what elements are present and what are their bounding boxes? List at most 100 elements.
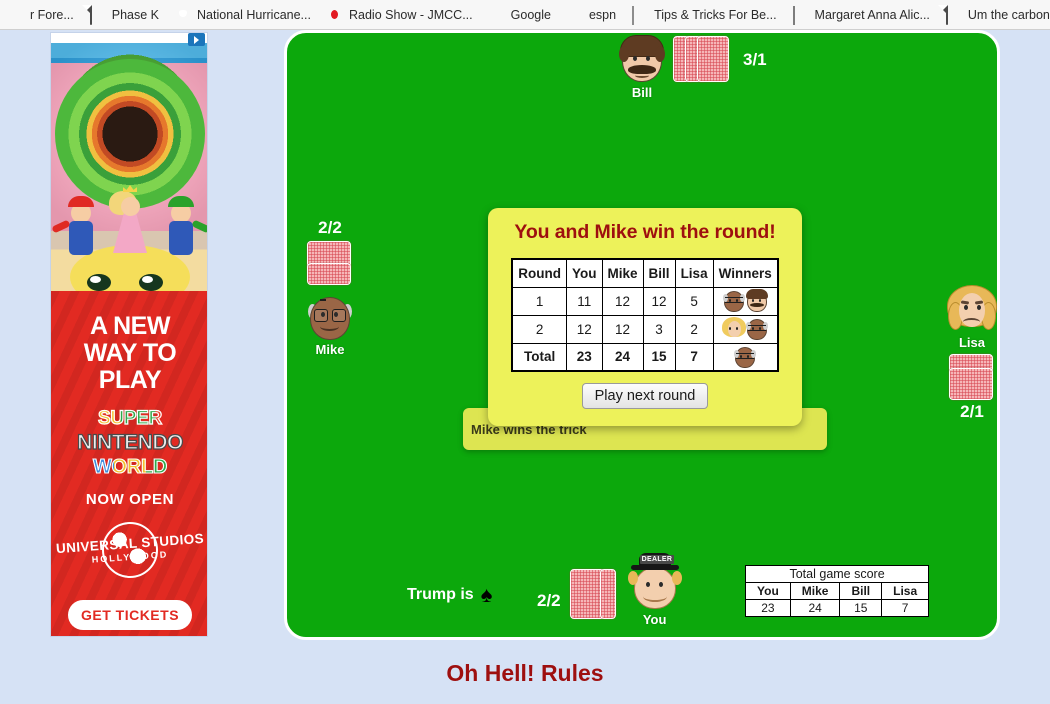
total-bill: 15 — [642, 342, 676, 372]
total-label: Total — [511, 342, 568, 372]
table-row: 1 11 12 12 5 — [511, 286, 779, 316]
document-icon — [945, 5, 962, 25]
ad-headline-1: A NEW — [90, 312, 170, 340]
ad-headline-3: PLAY — [98, 366, 162, 394]
blank-icon — [8, 7, 24, 23]
trump-indicator: Trump is ♠ — [407, 582, 493, 607]
bookmark-item-7[interactable]: Margaret Anna Alic... — [785, 3, 938, 27]
score-header-winners: Winners — [712, 258, 779, 288]
score-header-you: You — [566, 258, 603, 288]
noaa-shield-icon — [175, 7, 191, 23]
bookmark-label: Um the carbon tax i... — [967, 7, 1050, 22]
you-cards[interactable] — [569, 569, 618, 621]
espn-icon — [567, 7, 583, 23]
score-table-header-row: Round You Mike Bill Lisa Winners — [511, 258, 779, 288]
lisa-bid-tricks: 2/1 — [960, 402, 984, 421]
advertisement-banner[interactable]: A NEW WAY TO PLAY SUPER NINTENDO WORLD N… — [50, 32, 208, 637]
total-score-title-row: Total game score — [744, 565, 930, 583]
bookmark-item-4[interactable]: Google — [481, 3, 559, 27]
peach-character — [109, 185, 147, 253]
score-header-round: Round — [511, 258, 568, 288]
adchoices-icon[interactable] — [188, 33, 205, 46]
dealer-hat-icon: DEALER — [630, 553, 679, 570]
bookmark-label: Tips & Tricks For Be... — [654, 7, 777, 22]
photo-thumbnail-icon — [632, 5, 648, 25]
round-2-bill: 3 — [642, 314, 676, 344]
bookmark-label: Google — [510, 7, 551, 22]
bookmark-item-2[interactable]: National Hurricane... — [167, 3, 319, 27]
ad-status: NOW OPEN — [85, 491, 175, 508]
ad-brand-logo: SUPER NINTENDO WORLD — [51, 407, 207, 479]
round-result-dialog: You and Mike win the round! Round You Mi… — [488, 208, 802, 426]
total-game-score-table: Total game score You Mike Bill Lisa 23 2… — [744, 565, 930, 617]
total-winners — [712, 342, 779, 372]
bookmark-item-8[interactable]: Um the carbon tax i... — [938, 3, 1050, 27]
spade-icon: ♠ — [480, 582, 493, 607]
total-lisa: 7 — [674, 342, 714, 372]
total-score-header-bill: Bill — [839, 582, 883, 600]
round-1-you: 11 — [566, 286, 603, 316]
bookmark-label: r Fore... — [30, 7, 74, 22]
you-name: You — [642, 612, 667, 627]
bookmarks-bar: r Fore... Phase K National Hurricane... … — [0, 0, 1050, 30]
mario-character — [51, 196, 94, 255]
bookmark-item-5[interactable]: espn — [559, 3, 624, 27]
round-2-you: 12 — [566, 314, 603, 344]
google-g-icon — [489, 7, 505, 23]
photo-thumbnail-icon — [792, 5, 809, 25]
round-2-mike: 12 — [601, 314, 644, 344]
bookmark-label: Radio Show - JMCC... — [348, 7, 473, 22]
total-score-mike: 24 — [789, 599, 841, 617]
trump-label-text: Trump is — [407, 586, 474, 603]
lisa-cards[interactable] — [949, 354, 995, 402]
bill-bid-tricks: 3/1 — [743, 50, 767, 69]
bookmark-item-1[interactable]: Phase K — [82, 3, 167, 27]
total-score-you: 23 — [745, 599, 791, 617]
bookmark-label: Phase K — [111, 7, 160, 22]
you-bid-tricks: 2/2 — [537, 591, 561, 610]
lisa-name: Lisa — [958, 335, 985, 350]
player-bill: 3/1 Bill — [619, 35, 767, 100]
bookmark-item-6[interactable]: Tips & Tricks For Be... — [624, 3, 784, 27]
oh-hell-rules-link[interactable]: Oh Hell! Rules — [0, 660, 1050, 687]
lisa-face-icon — [721, 317, 746, 340]
round-2-winners — [712, 314, 779, 344]
bill-face-icon — [745, 289, 768, 312]
you-avatar: DEALER — [627, 553, 683, 611]
bill-cards[interactable] — [673, 36, 735, 84]
play-next-round-button[interactable]: Play next round — [581, 383, 709, 409]
round-score-table: Round You Mike Bill Lisa Winners 1 11 12… — [511, 258, 779, 372]
ad-copy: A NEW WAY TO PLAY SUPER NINTENDO WORLD N… — [51, 291, 207, 636]
total-score-value-row: 23 24 15 7 — [745, 599, 930, 617]
score-header-bill: Bill — [642, 258, 676, 288]
bookmark-item-3[interactable]: Radio Show - JMCC... — [319, 3, 481, 27]
game-table: 3/1 Bill 2/2 Mike Lisa 2/1 2/2 DEALER Yo… — [284, 30, 1000, 640]
ad-photo — [51, 43, 207, 293]
ad-brand-1: SUPER — [51, 407, 207, 430]
total-score-header-mike: Mike — [789, 582, 841, 600]
bill-name: Bill — [631, 85, 653, 100]
ad-headline-2: WAY TO — [83, 339, 177, 367]
mike-cards[interactable] — [307, 241, 353, 289]
bill-avatar — [619, 35, 665, 83]
round-1-lisa: 5 — [674, 286, 714, 316]
dealer-badge: DEALER — [639, 555, 675, 564]
mike-face-icon — [734, 346, 757, 368]
player-mike: 2/2 Mike — [300, 218, 360, 357]
mike-face-icon — [745, 318, 768, 340]
total-score-header-row: You Mike Bill Lisa — [745, 582, 930, 600]
round-2-label: 2 — [511, 314, 568, 344]
bookmark-item-0[interactable]: r Fore... — [0, 3, 82, 27]
total-mike: 24 — [601, 342, 644, 372]
round-2-lisa: 2 — [674, 314, 714, 344]
lisa-avatar — [947, 285, 997, 334]
get-tickets-button[interactable]: GET TICKETS — [68, 600, 192, 630]
round-1-label: 1 — [511, 286, 568, 316]
table-row: Total 23 24 15 7 — [511, 342, 779, 372]
total-score-title: Total game score — [744, 565, 930, 583]
mike-name: Mike — [315, 342, 345, 357]
total-score-header-lisa: Lisa — [881, 582, 930, 600]
player-you: 2/2 DEALER You — [537, 553, 683, 627]
bookmark-label: Margaret Anna Alic... — [814, 7, 930, 22]
round-1-bill: 12 — [642, 286, 676, 316]
